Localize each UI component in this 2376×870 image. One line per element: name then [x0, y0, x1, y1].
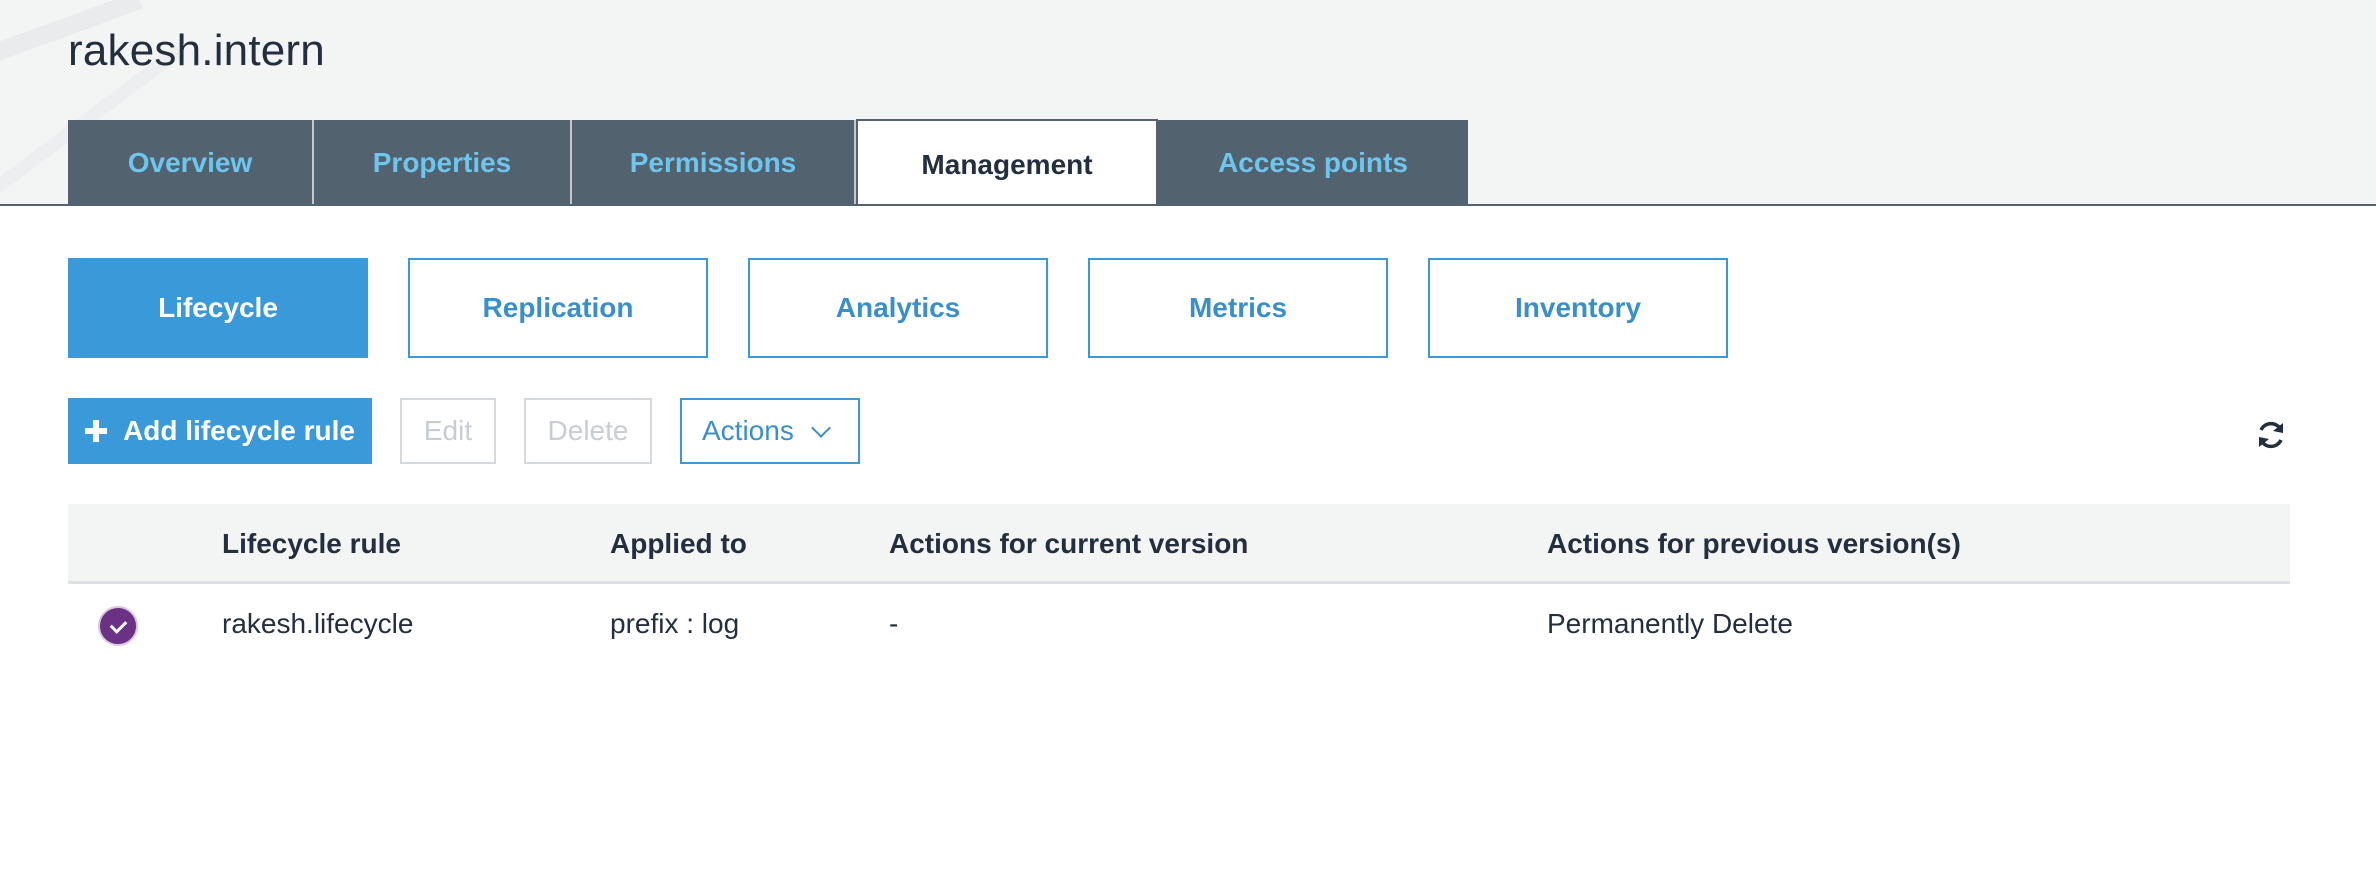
- plus-icon: [85, 420, 108, 442]
- bucket-tabs: Overview Properties Permissions Manageme…: [68, 119, 1468, 204]
- cell-lifecycle-rule: rakesh.lifecycle: [222, 608, 414, 639]
- bucket-title: rakesh.intern: [68, 26, 325, 75]
- bucket-header: rakesh.intern Overview Properties Permis…: [0, 0, 2376, 206]
- column-header-lifecycle-rule: Lifecycle rule: [222, 528, 401, 559]
- page: rakesh.intern Overview Properties Permis…: [0, 0, 2376, 870]
- cell-current-version: -: [889, 608, 899, 639]
- chevron-down-icon: [810, 418, 831, 438]
- management-subtabs: Lifecycle Replication Analytics Metrics …: [68, 258, 1728, 358]
- edit-button[interactable]: Edit: [400, 398, 496, 464]
- cell-applied-to: prefix : log: [610, 608, 740, 639]
- lifecycle-rules-table: Lifecycle rule Applied to Actions for cu…: [68, 504, 2290, 664]
- tab-access-points[interactable]: Access points: [1158, 120, 1468, 204]
- subtab-inventory[interactable]: Inventory: [1428, 258, 1728, 358]
- actions-dropdown[interactable]: Actions: [680, 398, 860, 464]
- table-row[interactable]: rakesh.lifecycle prefix : log - Permanen…: [68, 584, 2290, 664]
- lifecycle-toolbar: Add lifecycle rule Edit Delete Actions: [68, 398, 860, 464]
- subtab-lifecycle[interactable]: Lifecycle: [68, 258, 368, 358]
- tab-management[interactable]: Management: [856, 119, 1158, 204]
- column-header-applied-to: Applied to: [610, 528, 747, 559]
- delete-button[interactable]: Delete: [524, 398, 652, 464]
- subtab-replication[interactable]: Replication: [408, 258, 708, 358]
- tab-overview[interactable]: Overview: [68, 120, 314, 204]
- cell-previous-versions: Permanently Delete: [1547, 608, 1793, 639]
- column-header-current-version: Actions for current version: [889, 528, 1249, 559]
- selected-check-icon[interactable]: [98, 606, 138, 646]
- table-header: Lifecycle rule Applied to Actions for cu…: [68, 504, 2290, 584]
- add-lifecycle-rule-label: Add lifecycle rule: [123, 415, 355, 446]
- actions-label: Actions: [702, 415, 794, 446]
- tab-permissions[interactable]: Permissions: [572, 120, 856, 204]
- refresh-icon[interactable]: [2254, 418, 2288, 452]
- tab-properties[interactable]: Properties: [314, 120, 572, 204]
- column-header-previous-versions: Actions for previous version(s): [1547, 528, 1961, 559]
- subtab-metrics[interactable]: Metrics: [1088, 258, 1388, 358]
- subtab-analytics[interactable]: Analytics: [748, 258, 1048, 358]
- add-lifecycle-rule-button[interactable]: Add lifecycle rule: [68, 398, 372, 464]
